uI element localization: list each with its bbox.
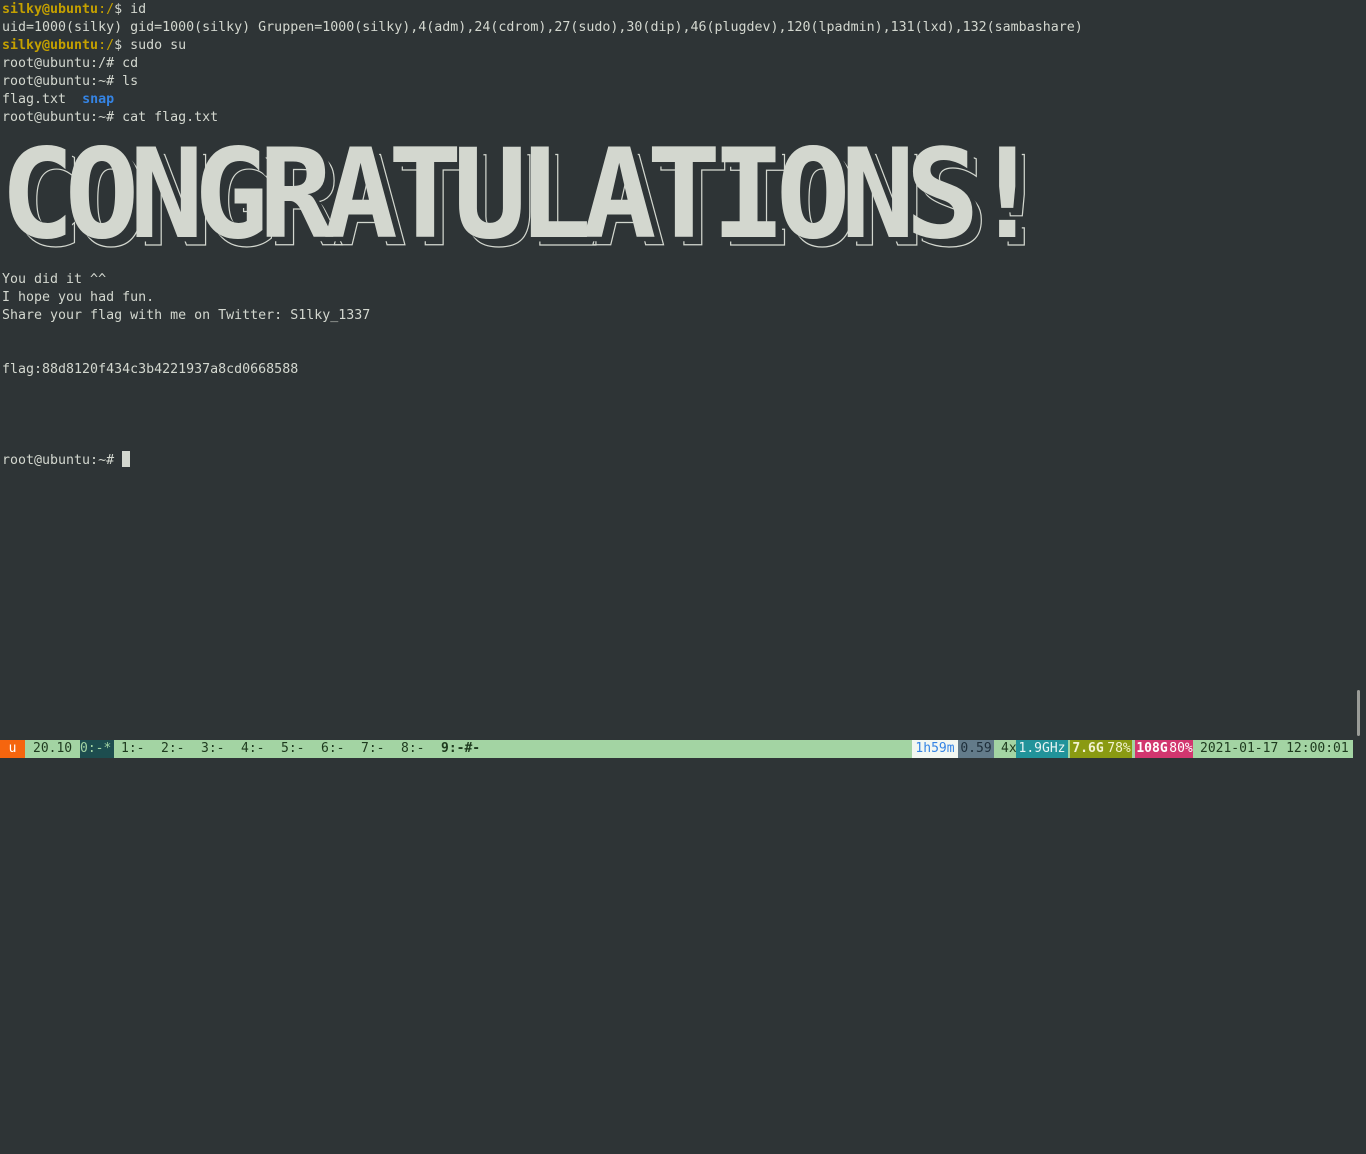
- window-tab-3[interactable]: 3:-: [201, 740, 224, 758]
- terminal-line: silky@ubuntu:/$ sudo su: [2, 37, 186, 55]
- terminal-line: root@ubuntu:~# cat flag.txt: [2, 110, 219, 125]
- tmux-status-bar: u 20.10 0:-* 1:- 2:- 3:- 4:- 5:- 6:- 7:-…: [0, 740, 1353, 758]
- window-tab-8[interactable]: 8:-: [401, 740, 424, 758]
- banner-text: CONGRATULATIONS!: [0, 141, 1030, 249]
- window-tab-2[interactable]: 2:-: [161, 740, 184, 758]
- window-tab-9[interactable]: 9:-#-: [441, 740, 480, 758]
- date-time: 2021-01-17 12:00:01: [1200, 741, 1349, 756]
- session-badge[interactable]: u: [0, 740, 25, 758]
- prompt-text: root@ubuntu:~#: [2, 453, 123, 468]
- prompt-path: :/: [98, 2, 115, 17]
- message-line: You did it ^^: [2, 272, 107, 287]
- prompt-user: silky@ubuntu: [2, 2, 99, 17]
- congratulations-ascii-banner: CONGRATULATIONS! CONGRATULATIONS! CONGRA…: [0, 141, 1030, 249]
- command-text: $ id: [114, 2, 147, 17]
- prompt-user: silky@ubuntu: [2, 38, 99, 53]
- disk-percent: 80%: [1169, 740, 1193, 758]
- terminal-window[interactable]: silky@ubuntu:/$ id uid=1000(silky) gid=1…: [0, 0, 1366, 738]
- window-tab-6[interactable]: 6:-: [321, 740, 344, 758]
- terminal-cursor: [122, 451, 131, 467]
- terminal-line: root@ubuntu:~# ls: [2, 74, 139, 89]
- memory-percent: 78%: [1106, 740, 1132, 758]
- os-version: 20.10: [33, 741, 73, 756]
- window-tab-1[interactable]: 1:-: [121, 740, 144, 758]
- current-prompt[interactable]: root@ubuntu:~#: [2, 451, 131, 469]
- ls-output: flag.txt snap: [2, 91, 114, 109]
- window-tab-4[interactable]: 4:-: [241, 740, 264, 758]
- cpu-count: 4x: [1001, 741, 1017, 756]
- terminal-line: root@ubuntu:/# cd: [2, 56, 139, 71]
- cpu-frequency: 1.9GHz: [1016, 740, 1068, 758]
- uptime: 1h59m: [912, 740, 958, 758]
- scrollbar[interactable]: [1357, 690, 1360, 736]
- file-entry: flag.txt: [2, 92, 67, 107]
- memory-used: 7.6G: [1070, 740, 1106, 758]
- message-line: I hope you had fun.: [2, 290, 155, 305]
- window-tab-5[interactable]: 5:-: [281, 740, 304, 758]
- prompt-path: :/: [98, 38, 115, 53]
- message-line: Share your flag with me on Twitter: S1lk…: [2, 308, 371, 323]
- disk-used: 108G: [1135, 740, 1169, 758]
- directory-entry: snap: [82, 92, 115, 107]
- flag-line: flag:88d8120f434c3b4221937a8cd0668588: [2, 362, 299, 377]
- window-tab-7[interactable]: 7:-: [361, 740, 384, 758]
- load-average: 0.59: [958, 740, 994, 758]
- terminal-line: silky@ubuntu:/$ id: [2, 1, 146, 19]
- terminal-output: uid=1000(silky) gid=1000(silky) Gruppen=…: [2, 20, 1083, 35]
- command-text: $ sudo su: [114, 38, 187, 53]
- window-tab-0[interactable]: 0:-*: [80, 740, 114, 758]
